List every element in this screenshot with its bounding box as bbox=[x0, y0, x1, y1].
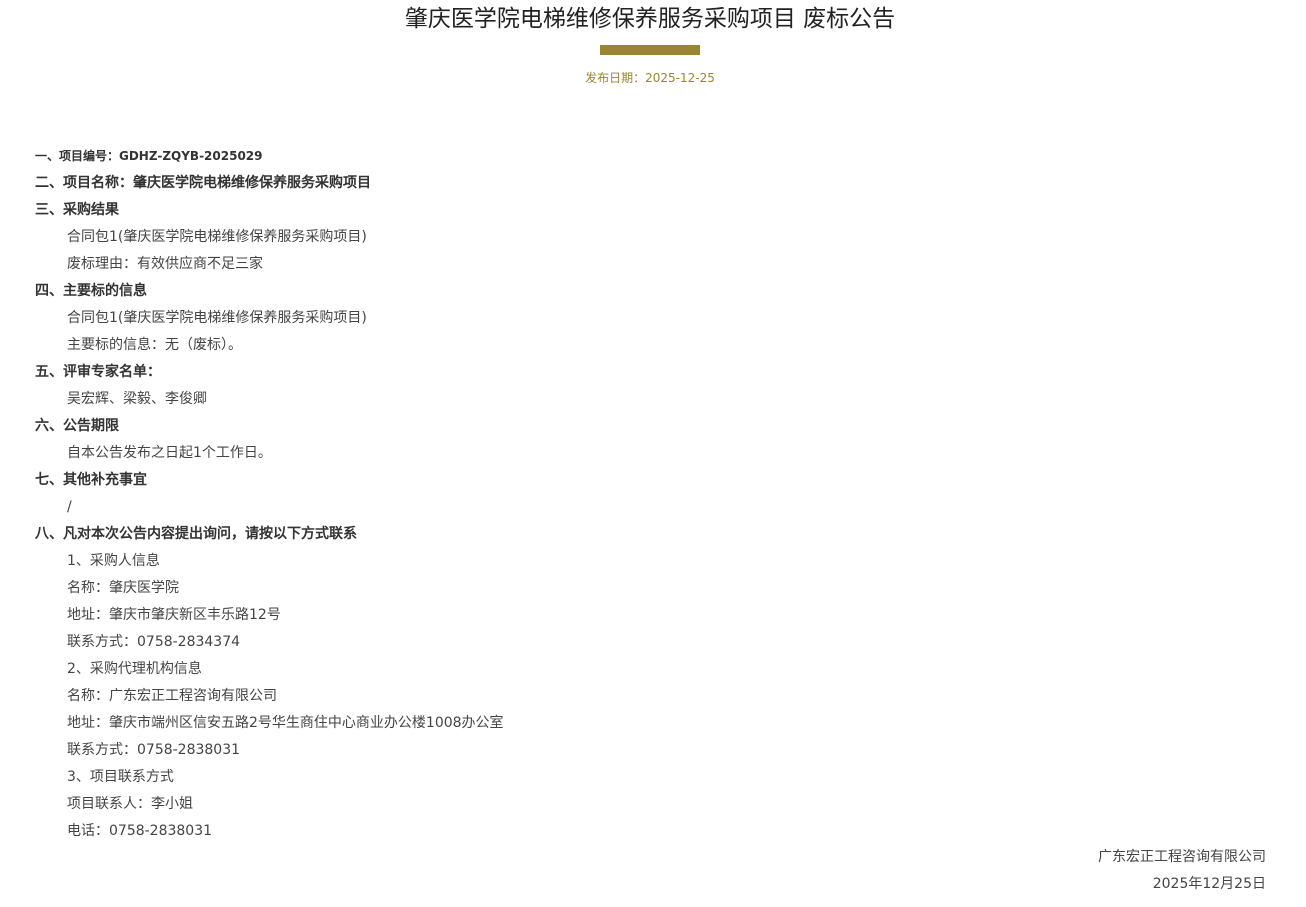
signature-block: 广东宏正工程咨询有限公司 2025年12月25日 bbox=[1098, 844, 1266, 898]
section-heading: 三、采购结果 bbox=[35, 202, 119, 218]
section-line: 地址：肇庆市肇庆新区丰乐路12号 bbox=[67, 607, 281, 623]
section-line: / bbox=[67, 499, 72, 515]
section-heading: 七、其他补充事宜 bbox=[35, 472, 147, 488]
section-heading: 四、主要标的信息 bbox=[35, 283, 147, 299]
signature-date: 2025年12月25日 bbox=[1152, 876, 1266, 892]
section-line: 2、采购代理机构信息 bbox=[67, 661, 202, 677]
section-line: 主要标的信息：无（废标）。 bbox=[67, 337, 242, 353]
section-line: 自本公告发布之日起1个工作日。 bbox=[67, 445, 272, 461]
section-heading: 二、项目名称：肇庆医学院电梯维修保养服务采购项目 bbox=[35, 175, 371, 191]
section-heading: 一、项目编号：GDHZ-ZQYB-2025029 bbox=[35, 149, 263, 163]
section-line: 废标理由：有效供应商不足三家 bbox=[67, 256, 263, 272]
page-title: 肇庆医学院电梯维修保养服务采购项目 废标公告 bbox=[404, 6, 896, 32]
section-line: 名称：肇庆医学院 bbox=[67, 580, 179, 596]
section-heading: 八、凡对本次公告内容提出询问，请按以下方式联系 bbox=[35, 526, 357, 542]
section-line: 合同包1(肇庆医学院电梯维修保养服务采购项目) bbox=[67, 310, 367, 326]
section-line: 1、采购人信息 bbox=[67, 553, 160, 569]
publish-date-label: 发布日期： bbox=[585, 71, 646, 85]
section-line: 合同包1(肇庆医学院电梯维修保养服务采购项目) bbox=[67, 229, 367, 245]
publish-date-value: 2025-12-25 bbox=[645, 71, 715, 85]
section-line: 地址：肇庆市端州区信安五路2号华生商住中心商业办公楼1008办公室 bbox=[67, 715, 504, 731]
section-line: 3、项目联系方式 bbox=[67, 769, 174, 785]
section-line: 联系方式：0758-2838031 bbox=[67, 742, 241, 758]
section-line: 吴宏辉、梁毅、李俊卿 bbox=[67, 391, 207, 407]
section-line: 项目联系人：李小姐 bbox=[67, 796, 193, 812]
title-accent-bar bbox=[600, 45, 700, 55]
notice-body: 一、项目编号：GDHZ-ZQYB-2025029 二、项目名称：肇庆医学院电梯维修… bbox=[35, 143, 1265, 845]
publish-date: 发布日期：2025-12-25 bbox=[0, 70, 1300, 86]
section-heading: 六、公告期限 bbox=[35, 418, 119, 434]
section-heading: 五、评审专家名单： bbox=[35, 364, 161, 380]
section-line: 名称：广东宏正工程咨询有限公司 bbox=[67, 688, 277, 704]
section-line: 联系方式：0758-2834374 bbox=[67, 634, 241, 650]
section-line: 电话：0758-2838031 bbox=[67, 823, 213, 839]
signature-company: 广东宏正工程咨询有限公司 bbox=[1098, 849, 1266, 865]
